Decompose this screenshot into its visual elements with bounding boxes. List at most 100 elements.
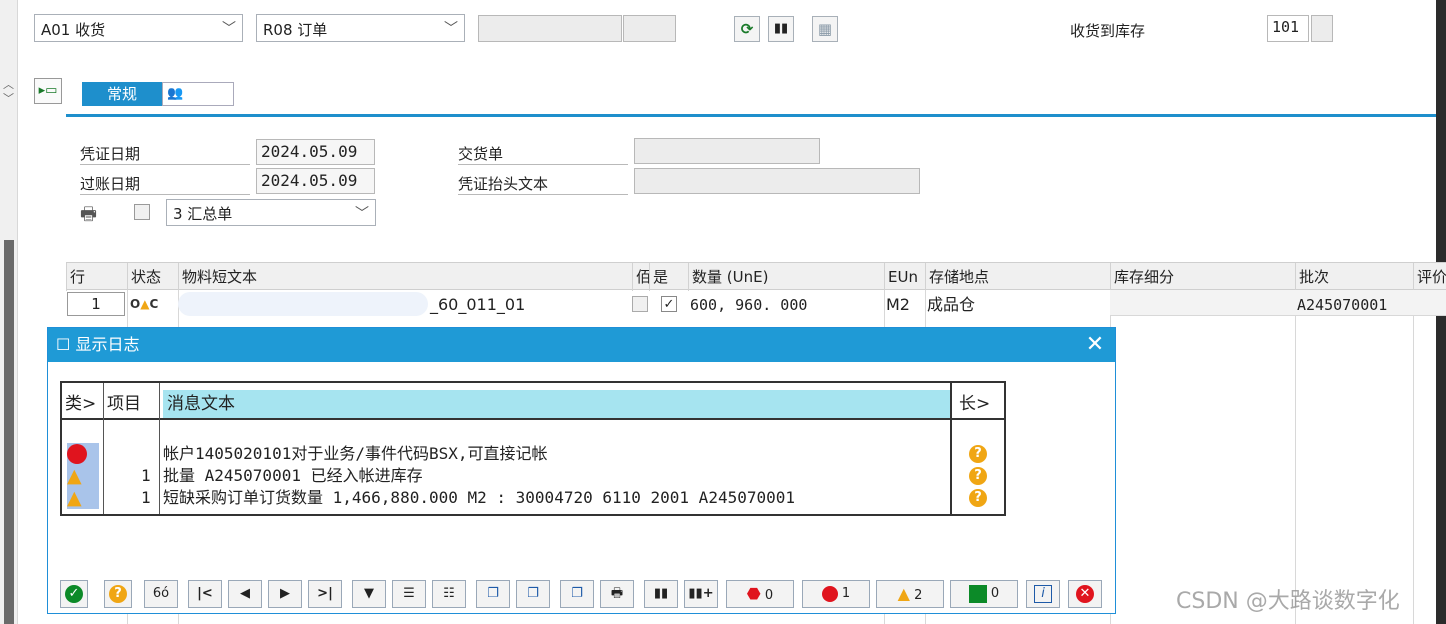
col-divider bbox=[159, 383, 160, 514]
delivery-note-label: 交货单 bbox=[458, 143, 628, 165]
message-item: 1 bbox=[141, 466, 151, 485]
long-text-help-icon[interactable]: ? bbox=[969, 467, 987, 485]
action-select-value: A01 收货 bbox=[41, 21, 106, 39]
stop-count: 0 bbox=[764, 588, 774, 603]
printer-icon[interactable]: 🖶 bbox=[80, 202, 97, 232]
filter-button[interactable]: ▼ bbox=[352, 580, 386, 608]
col-unit[interactable]: EUn bbox=[884, 263, 925, 291]
message-text: 短缺采购订单订货数量 1,466,880.000 M2 : 30004720 6… bbox=[163, 488, 796, 507]
doc-date-field[interactable]: 2024.05.09 bbox=[256, 139, 375, 165]
reference-select[interactable]: R08 订单 ﹀ bbox=[256, 14, 465, 42]
row-ok-checkbox[interactable]: ✓ bbox=[661, 296, 677, 312]
row-quantity[interactable]: 600, 960. 000 bbox=[690, 292, 807, 318]
traffic-light-icon: O▲C bbox=[130, 297, 159, 311]
first-button[interactable]: |< bbox=[188, 580, 222, 608]
stop-icon: ⬣ bbox=[746, 584, 761, 603]
print-version-select[interactable]: 3 汇总单 ﹀ bbox=[166, 199, 376, 226]
tab-partner[interactable]: 👥 bbox=[162, 82, 234, 106]
find-button[interactable]: ▮▮ bbox=[644, 580, 678, 608]
watermark: CSDN @大路谈数字化 bbox=[1176, 589, 1400, 614]
find-binoculars-icon[interactable]: ▮▮ bbox=[768, 16, 794, 42]
scroll-arrows-icon[interactable]: ︿ ﹀ bbox=[3, 78, 15, 114]
print-button[interactable]: 🖶 bbox=[600, 580, 634, 608]
message-item: 1 bbox=[141, 488, 151, 507]
col-valuation[interactable]: 评价 bbox=[1413, 263, 1446, 291]
long-text-help-icon[interactable]: ? bbox=[969, 489, 987, 507]
col-divider bbox=[103, 383, 104, 514]
movement-label: 收货到库存 bbox=[1070, 22, 1146, 40]
execute-icon[interactable]: ⟳ bbox=[734, 16, 760, 42]
previous-icon: ◀ bbox=[240, 586, 250, 601]
expand-header-icon[interactable]: ▸▭ bbox=[34, 78, 62, 104]
last-button[interactable]: >| bbox=[308, 580, 342, 608]
order-item-field[interactable] bbox=[623, 15, 676, 42]
chevron-down-icon: ﹀ bbox=[222, 21, 236, 37]
close-icon[interactable]: ✕ bbox=[1083, 328, 1107, 362]
col-storage[interactable]: 存储地点 bbox=[925, 263, 1110, 291]
log-window-icon: ☐ bbox=[56, 335, 71, 354]
col-stock-type[interactable]: 库存细分 bbox=[1110, 263, 1295, 291]
long-text-help-icon[interactable]: ? bbox=[969, 445, 987, 463]
row-line-field[interactable]: 1 bbox=[67, 292, 125, 316]
confirm-button[interactable]: ✓ bbox=[60, 580, 88, 608]
sort-descending-icon: ☷ bbox=[443, 586, 455, 601]
tab-underline bbox=[66, 114, 1436, 117]
order-number-field[interactable] bbox=[478, 15, 622, 42]
success-filter-button[interactable]: 0 bbox=[950, 580, 1018, 608]
col-narrow[interactable]: 佰 bbox=[632, 263, 649, 291]
header-divider bbox=[62, 383, 1004, 420]
success-count: 0 bbox=[990, 586, 1000, 601]
stop-filter-button[interactable]: ⬣ 0 bbox=[726, 580, 794, 608]
row-storage[interactable]: 成品仓 bbox=[927, 292, 975, 318]
col-material-text[interactable]: 物料短文本 bbox=[178, 263, 632, 291]
row-checkbox[interactable] bbox=[632, 296, 648, 312]
cancel-button[interactable]: ✕ bbox=[1068, 580, 1102, 608]
next-icon: ▶ bbox=[280, 586, 290, 601]
next-button[interactable]: ▶ bbox=[268, 580, 302, 608]
splitter-handle[interactable] bbox=[4, 240, 14, 624]
info-icon: i bbox=[1034, 585, 1052, 603]
help-button[interactable]: ? bbox=[104, 580, 132, 608]
error-filter-button[interactable]: 1 bbox=[802, 580, 870, 608]
tab-general[interactable]: 常规 bbox=[82, 82, 162, 106]
previous-button[interactable]: ◀ bbox=[228, 580, 262, 608]
delivery-note-field[interactable] bbox=[634, 138, 820, 164]
log-dialog: ☐ 显示日志 ✕ 类> 项目 消息文本 长> ? 帐户1405020101对于业… bbox=[47, 327, 1116, 614]
warning-filter-button[interactable]: ▲ 2 bbox=[876, 580, 944, 608]
binoculars-icon: ▮▮ bbox=[653, 586, 669, 601]
movement-type-field[interactable]: 101 bbox=[1267, 15, 1309, 42]
save-layout-button[interactable]: ❐ bbox=[560, 580, 594, 608]
export-button[interactable]: ❐ bbox=[476, 580, 510, 608]
sort-ascending-icon: ☰ bbox=[403, 586, 415, 601]
post-date-field[interactable]: 2024.05.09 bbox=[256, 168, 375, 194]
dialog-titlebar: ☐ 显示日志 bbox=[48, 328, 1115, 362]
export-icon: ❐ bbox=[487, 586, 499, 601]
glasses-icon: 6ó bbox=[152, 586, 170, 601]
calculator-icon[interactable]: ▦ bbox=[812, 16, 838, 42]
action-select[interactable]: A01 收货 ﹀ bbox=[34, 14, 243, 42]
row-batch[interactable]: A245070001 bbox=[1297, 292, 1387, 318]
row-shading bbox=[1110, 290, 1446, 316]
sort-desc-button[interactable]: ☷ bbox=[432, 580, 466, 608]
layout-button[interactable]: ❐ bbox=[516, 580, 550, 608]
header-text-field[interactable] bbox=[634, 168, 920, 194]
print-checkbox[interactable] bbox=[134, 204, 150, 220]
col-batch[interactable]: 批次 bbox=[1295, 263, 1413, 291]
col-line[interactable]: 行 bbox=[66, 263, 127, 291]
filter-icon: ▼ bbox=[364, 586, 374, 601]
last-page-icon: >| bbox=[317, 586, 333, 601]
details-button[interactable]: 6ó bbox=[144, 580, 178, 608]
row-unit[interactable]: M2 bbox=[886, 292, 910, 318]
movement-type-search[interactable] bbox=[1311, 15, 1333, 42]
items-table-header: 行 状态 物料短文本 佰 是 数量 (UnE) EUn 存储地点 库存细分 批次… bbox=[66, 262, 1446, 291]
col-quantity[interactable]: 数量 (UnE) bbox=[688, 263, 884, 291]
find-next-button[interactable]: ▮▮+ bbox=[684, 580, 718, 608]
doc-date-label: 凭证日期 bbox=[80, 143, 250, 165]
sort-asc-button[interactable]: ☰ bbox=[392, 580, 426, 608]
col-status[interactable]: 状态 bbox=[127, 263, 178, 291]
info-button[interactable]: i bbox=[1026, 580, 1060, 608]
message-table: 类> 项目 消息文本 长> ? 帐户1405020101对于业务/事件代码BSX… bbox=[60, 381, 1006, 516]
col-ok[interactable]: 是 bbox=[649, 263, 688, 291]
redacted-text bbox=[178, 292, 428, 316]
binoculars-plus-icon: ▮▮+ bbox=[688, 586, 714, 601]
